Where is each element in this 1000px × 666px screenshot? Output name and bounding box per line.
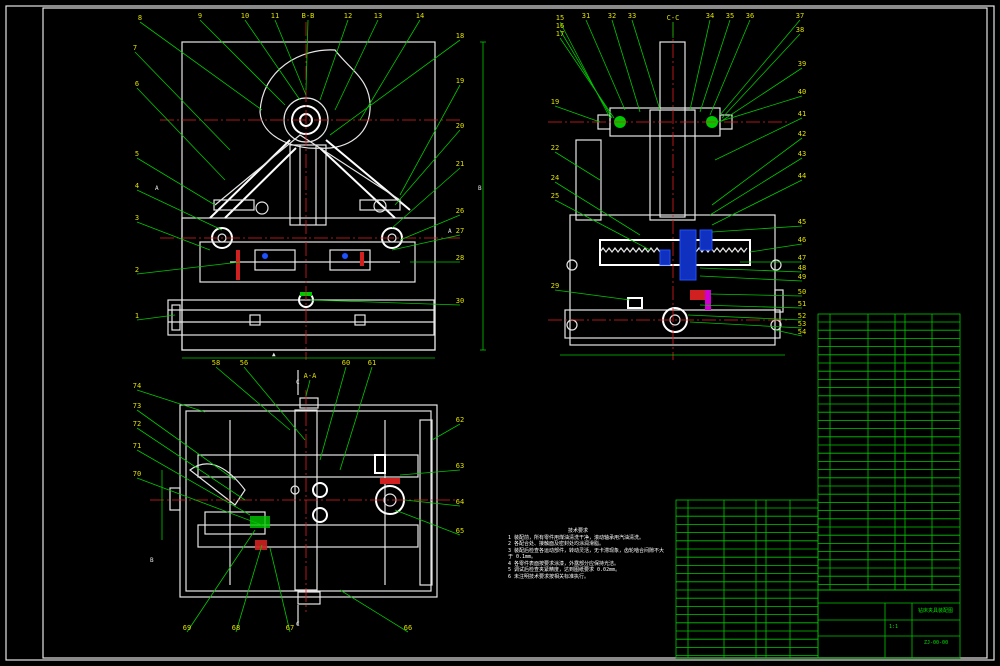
cad-drawing-canvas: ▲ 8 9 10 11 B-B 12 13 14 7 6 5 4 3 2 1 18 19 20 21 26 27 28 30… (0, 0, 1000, 666)
parts-list-lower (675, 499, 819, 659)
title-block-scale: 1:1 (889, 624, 899, 630)
title-block-name: 钻床夹具装配图 (918, 608, 954, 614)
tech-note-line: 3 装配后检查各运动部件，转动灵活，无卡滞现象，齿轮啮合间隙不大于 0.1mm。 (508, 547, 665, 561)
tech-note-line: 6 未注明技术要求按相关标准执行。 (508, 573, 590, 580)
title-block-number: ZJ-00-00 (924, 640, 949, 646)
parts-list-tables (675, 313, 961, 659)
tech-notes: 技术要求 1 装配前，所有零件用煤油清洗干净，滚动轴承用汽油清洗。 2 各配合处… (508, 528, 668, 580)
parts-list-right (817, 313, 961, 591)
